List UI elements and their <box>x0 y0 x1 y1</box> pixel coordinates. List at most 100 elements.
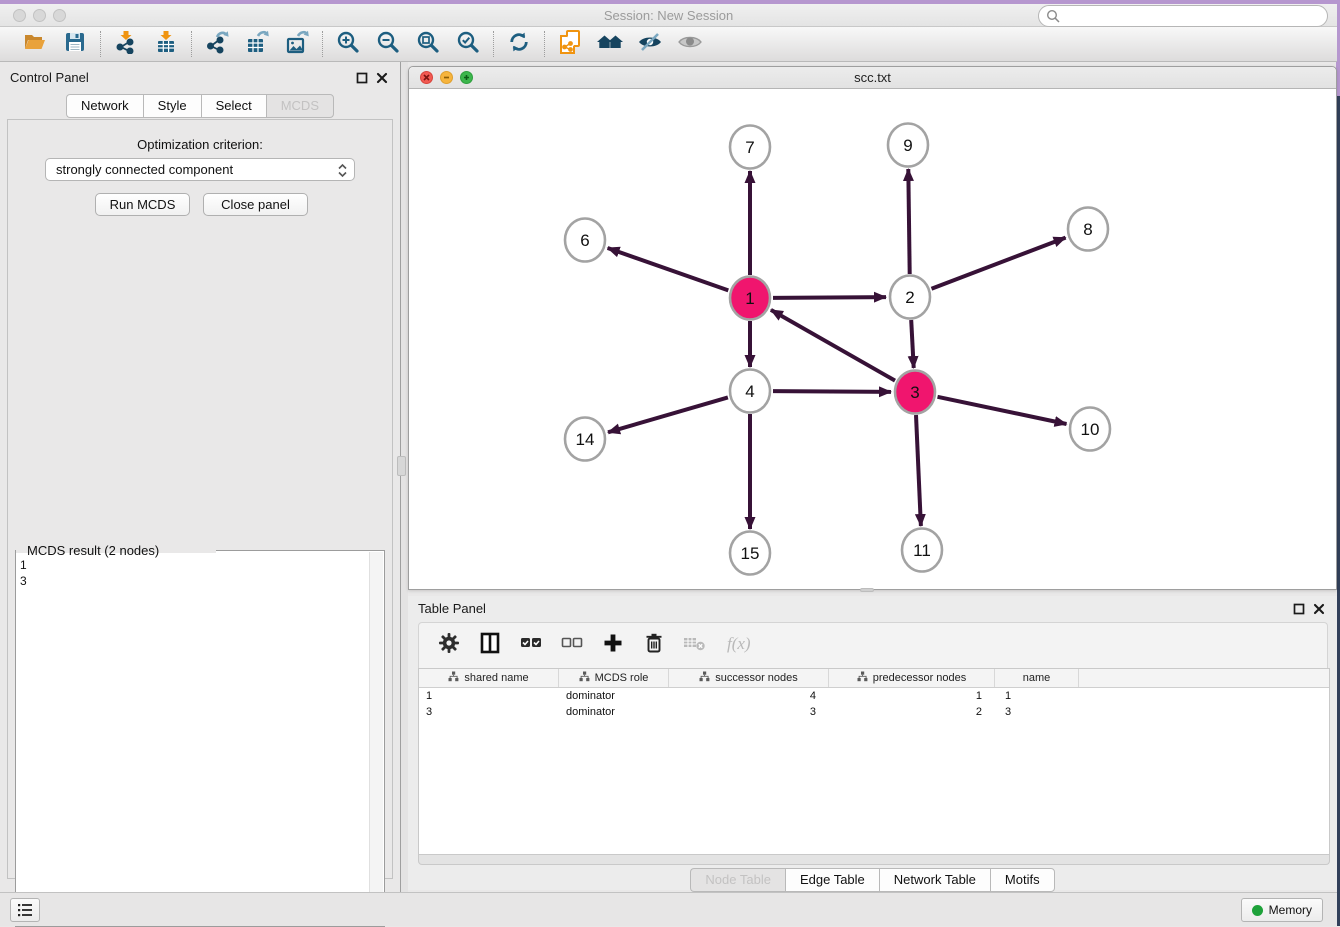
tab-network-table[interactable]: Network Table <box>879 868 990 892</box>
tab-edge-table[interactable]: Edge Table <box>785 868 879 892</box>
node-3[interactable]: 3 <box>895 371 935 414</box>
network-canvas[interactable]: 7 9 6 8 1 2 4 3 14 10 15 11 <box>409 89 1336 589</box>
vertical-splitter-handle[interactable] <box>397 456 406 476</box>
close-window-button[interactable] <box>13 9 26 22</box>
run-mcds-button[interactable]: Run MCDS <box>95 193 190 216</box>
column-header-MCDS-role[interactable]: MCDS role <box>559 669 669 687</box>
add-button[interactable] <box>601 634 625 658</box>
edge-1-6[interactable] <box>608 248 729 290</box>
node-2[interactable]: 2 <box>890 276 930 319</box>
edge-1-2[interactable] <box>773 297 886 298</box>
vertical-splitter[interactable] <box>401 62 408 892</box>
zoom-out-button[interactable] <box>375 31 401 57</box>
tab-motifs[interactable]: Motifs <box>990 868 1055 892</box>
export-network-button[interactable] <box>204 31 230 57</box>
edge-4-3[interactable] <box>773 391 891 392</box>
node-6[interactable]: 6 <box>565 219 605 262</box>
mcds-result-text[interactable]: 1 3 <box>20 557 27 589</box>
open-network-file-button[interactable] <box>557 31 583 57</box>
toolbar-group <box>494 31 544 57</box>
optimization-criterion-select[interactable]: strongly connected component <box>45 158 355 181</box>
network-maximize-button[interactable] <box>460 71 473 84</box>
network-window-titlebar[interactable]: scc.txt <box>409 67 1336 89</box>
tree-icon <box>699 671 710 685</box>
export-table-button[interactable] <box>244 31 270 57</box>
edge-2-3[interactable] <box>911 320 914 368</box>
cell-name[interactable]: 3 <box>995 704 1079 720</box>
cell-MCDS-role[interactable]: dominator <box>559 704 669 720</box>
deselect-all-button[interactable] <box>560 634 584 658</box>
zoom-in-button[interactable] <box>335 31 361 57</box>
result-scrollbar[interactable] <box>369 552 383 925</box>
node-1[interactable]: 1 <box>730 277 770 320</box>
mcds-tab-content: Optimization criterion: strongly connect… <box>7 119 393 879</box>
edge-2-8[interactable] <box>932 238 1066 289</box>
network-close-button[interactable] <box>420 71 433 84</box>
node-9[interactable]: 9 <box>888 124 928 167</box>
mcds-result-title: MCDS result (2 nodes) <box>24 543 162 558</box>
tab-style[interactable]: Style <box>143 94 201 118</box>
cell-predecessor-nodes[interactable]: 1 <box>829 688 995 704</box>
network-graph: 7 9 6 8 1 2 4 3 14 10 15 11 <box>409 89 1336 589</box>
tab-select[interactable]: Select <box>201 94 266 118</box>
node-14[interactable]: 14 <box>565 418 605 461</box>
close-panel-button[interactable]: Close panel <box>203 193 308 216</box>
cell-shared-name[interactable]: 3 <box>419 704 559 720</box>
tab-network[interactable]: Network <box>66 94 143 118</box>
edge-3-11[interactable] <box>916 415 921 526</box>
show-eye-button[interactable] <box>677 31 703 57</box>
edge-3-10[interactable] <box>938 397 1067 424</box>
float-table-panel-icon[interactable] <box>1292 602 1305 615</box>
close-panel-icon[interactable] <box>375 71 388 84</box>
select-all-button[interactable] <box>519 634 543 658</box>
cell-predecessor-nodes[interactable]: 2 <box>829 704 995 720</box>
node-8[interactable]: 8 <box>1068 208 1108 251</box>
trash-button[interactable] <box>642 634 666 658</box>
toolbar-group <box>10 31 100 57</box>
cell-MCDS-role[interactable]: dominator <box>559 688 669 704</box>
cell-successor-nodes[interactable]: 3 <box>669 704 829 720</box>
zoom-window-button[interactable] <box>53 9 66 22</box>
edge-4-14[interactable] <box>608 397 728 432</box>
column-header-predecessor-nodes[interactable]: predecessor nodes <box>829 669 995 687</box>
edge-3-1[interactable] <box>771 310 895 381</box>
network-minimize-button[interactable] <box>440 71 453 84</box>
cell-successor-nodes[interactable]: 4 <box>669 688 829 704</box>
hide-eye-button[interactable] <box>637 31 663 57</box>
column-header-name[interactable]: name <box>995 669 1079 687</box>
export-image-button[interactable] <box>284 31 310 57</box>
list-icon <box>15 900 35 920</box>
close-table-panel-icon[interactable] <box>1312 602 1325 615</box>
minimize-window-button[interactable] <box>33 9 46 22</box>
zoom-selected-button[interactable] <box>455 31 481 57</box>
table-row[interactable]: 1dominator411 <box>419 688 1329 704</box>
node-15[interactable]: 15 <box>730 532 770 575</box>
save-icon <box>63 30 87 59</box>
import-network-button[interactable] <box>113 31 139 57</box>
node-10[interactable]: 10 <box>1070 408 1110 451</box>
zoom-fit-button[interactable] <box>415 31 441 57</box>
home-button[interactable] <box>597 31 623 57</box>
node-11[interactable]: 11 <box>902 529 942 572</box>
refresh-button[interactable] <box>506 31 532 57</box>
columns-button[interactable] <box>478 634 502 658</box>
cell-name[interactable]: 1 <box>995 688 1079 704</box>
table-row[interactable]: 3dominator323 <box>419 704 1329 720</box>
gear-button[interactable] <box>437 634 461 658</box>
node-4[interactable]: 4 <box>730 370 770 413</box>
cell-shared-name[interactable]: 1 <box>419 688 559 704</box>
open-folder-button[interactable] <box>22 31 48 57</box>
horizontal-sash-handle[interactable] <box>860 588 874 592</box>
column-header-shared-name[interactable]: shared name <box>419 669 559 687</box>
node-7[interactable]: 7 <box>730 126 770 169</box>
import-table-button[interactable] <box>153 31 179 57</box>
float-panel-icon[interactable] <box>355 71 368 84</box>
tab-node-table[interactable]: Node Table <box>690 868 785 892</box>
task-history-button[interactable] <box>10 898 40 922</box>
save-button[interactable] <box>62 31 88 57</box>
edge-2-9[interactable] <box>908 169 909 274</box>
column-header-successor-nodes[interactable]: successor nodes <box>669 669 829 687</box>
memory-button[interactable]: Memory <box>1241 898 1323 922</box>
tab-mcds[interactable]: MCDS <box>266 94 334 118</box>
search-input[interactable] <box>1038 5 1328 27</box>
